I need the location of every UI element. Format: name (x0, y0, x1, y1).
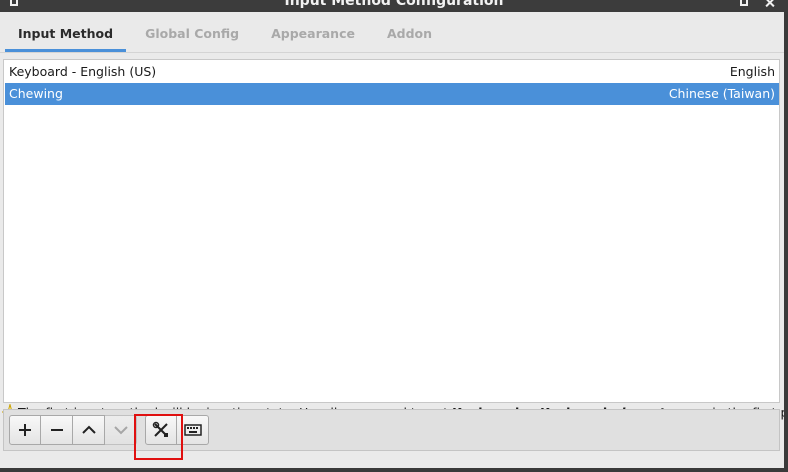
input-method-list[interactable]: Keyboard - English (US) English Chewing … (3, 59, 780, 403)
bottom-toolbar (3, 409, 780, 451)
add-button[interactable] (9, 415, 41, 445)
configure-tools-icon (152, 421, 168, 437)
chevron-up-icon (81, 425, 96, 434)
tab-addon[interactable]: Addon (374, 22, 445, 52)
maximize-icon[interactable] (740, 0, 748, 6)
list-item-selected[interactable]: Chewing Chinese (Taiwan) (5, 83, 779, 105)
remove-button[interactable] (41, 415, 73, 445)
close-icon[interactable] (764, 0, 776, 10)
main-window: Input Method Global Config Appearance Ad… (0, 12, 788, 468)
plus-icon (19, 424, 31, 436)
input-method-name: Chewing (9, 86, 63, 101)
window-border-bottom (0, 468, 788, 472)
title-bar: Input Method Configuration (0, 0, 788, 12)
keyboard-layout-button[interactable] (177, 415, 209, 445)
keyboard-icon (183, 424, 202, 436)
tab-input-method[interactable]: Input Method (5, 22, 127, 52)
input-method-name: Keyboard - English (US) (9, 64, 157, 79)
tab-bar: Input Method Global Config Appearance Ad… (5, 22, 451, 52)
tab-global-config[interactable]: Global Config (132, 22, 252, 52)
minus-icon (50, 429, 63, 431)
list-item[interactable]: Keyboard - English (US) English (5, 61, 779, 83)
move-down-button[interactable] (105, 415, 137, 445)
move-up-button[interactable] (73, 415, 105, 445)
input-method-language: English (729, 64, 775, 79)
window-border-right (784, 12, 788, 472)
input-method-language: Chinese (Taiwan) (668, 86, 775, 101)
window-title: Input Method Configuration (284, 0, 504, 9)
tab-divider (0, 52, 784, 53)
configure-button[interactable] (145, 415, 177, 445)
tab-appearance[interactable]: Appearance (258, 22, 368, 52)
chevron-down-icon (113, 426, 128, 435)
